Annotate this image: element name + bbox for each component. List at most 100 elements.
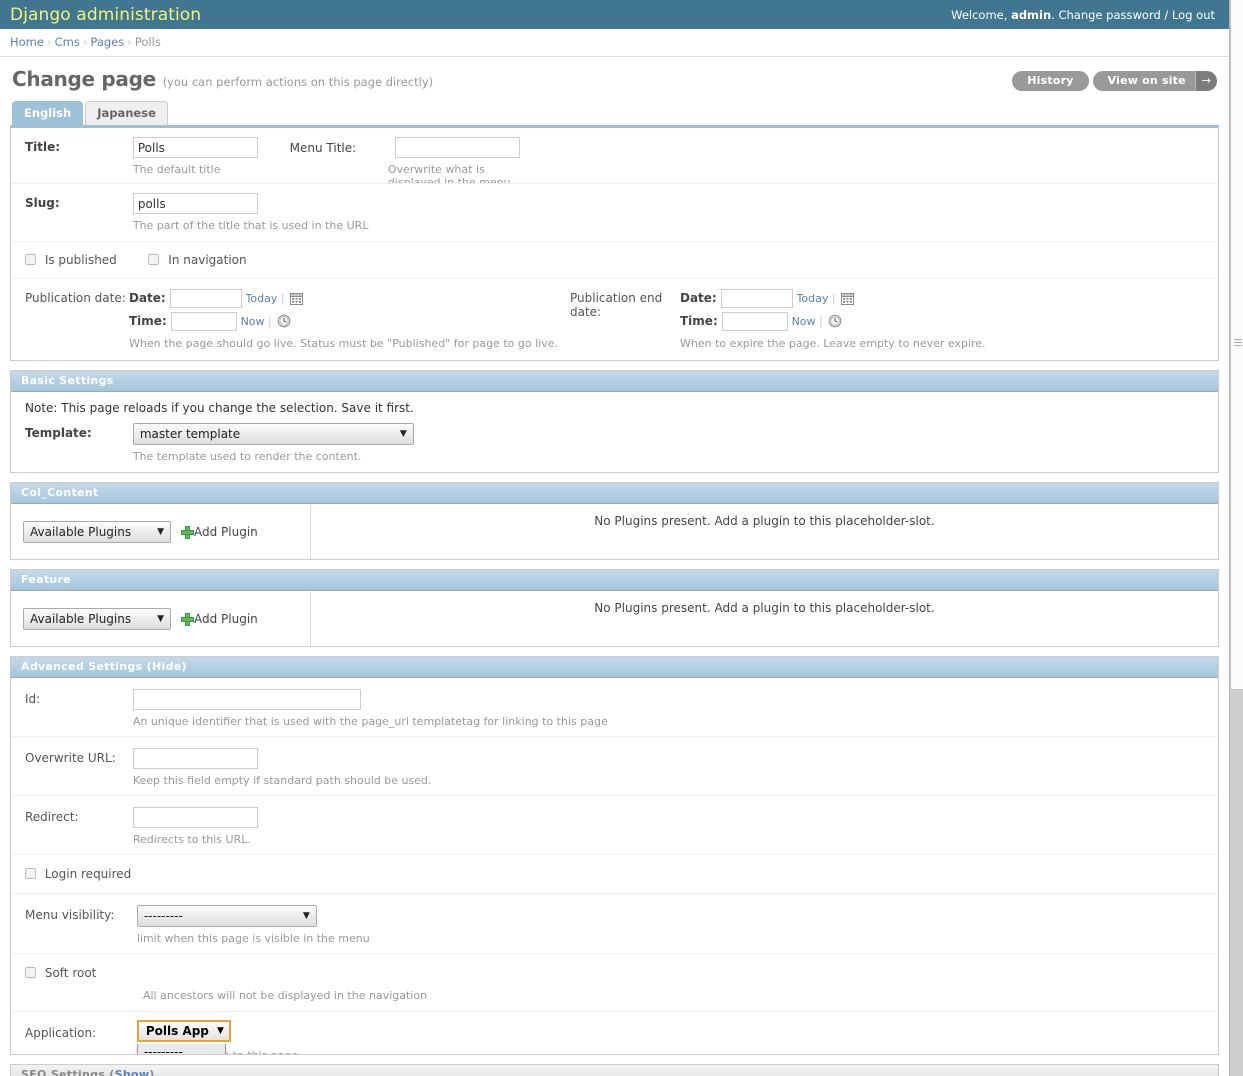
- end-time-label: Time:: [680, 314, 718, 328]
- id-label: Id:: [25, 692, 41, 706]
- tab-english[interactable]: English: [12, 101, 84, 125]
- row-menu-visibility: Menu visibility: --------- ▼ limit when …: [11, 894, 1218, 954]
- title-label-col: Title:: [25, 137, 129, 154]
- main-fieldset: Title: Menu Title: The default title Ove…: [10, 125, 1219, 361]
- row-id: Id: An unique identifier that is used wi…: [11, 678, 1218, 737]
- advanced-settings-heading: Advanced Settings (Hide): [11, 657, 1218, 678]
- in-navigation-checkbox[interactable]: [148, 254, 160, 265]
- template-label-col: Template:: [25, 423, 129, 440]
- seo-settings-fieldset: SEO Settings (Show): [10, 1064, 1219, 1076]
- placeholder-controls: Available Plugins ▼ Add Plugin: [11, 504, 311, 559]
- placeholder-controls: Available Plugins ▼ Add Plugin: [11, 591, 311, 646]
- overwrite-url-label-col: Overwrite URL:: [25, 748, 129, 765]
- available-plugins-select[interactable]: Available Plugins: [23, 520, 171, 543]
- title-field-col: Menu Title: The default title Overwrite …: [132, 137, 521, 183]
- available-plugins-select[interactable]: Available Plugins: [23, 607, 171, 630]
- main-content: History View on site → Change page (you ca…: [0, 57, 1229, 1076]
- plugin-select-wrap: Available Plugins ▼: [23, 607, 171, 630]
- pub-date-input[interactable]: [169, 289, 242, 308]
- add-plugin-button[interactable]: Add Plugin: [181, 525, 258, 539]
- title-label: Title:: [25, 140, 61, 154]
- breadcrumb: Home › Cms › Pages › Polls: [0, 29, 1229, 57]
- id-input[interactable]: [132, 689, 361, 710]
- login-required-checkbox[interactable]: [25, 868, 36, 879]
- soft-root-checkbox-line: Soft root: [25, 966, 1208, 980]
- overwrite-url-help: Keep this field empty if standard path s…: [132, 774, 432, 787]
- calendar-icon[interactable]: [290, 292, 304, 308]
- clock-icon[interactable]: [828, 314, 842, 331]
- history-button[interactable]: History: [1012, 71, 1089, 91]
- scrollbar-thumb[interactable]: [1230, 0, 1243, 690]
- clock-icon[interactable]: [277, 314, 291, 331]
- plugin-select-wrap: Available Plugins ▼: [23, 520, 171, 543]
- breadcrumb-home[interactable]: Home: [10, 35, 44, 49]
- end-date-input[interactable]: [720, 289, 793, 308]
- end-time-now-link[interactable]: Now: [792, 315, 816, 328]
- overwrite-url-input[interactable]: [132, 748, 258, 769]
- in-navigation-label[interactable]: In navigation: [168, 253, 246, 267]
- arrow-right-icon[interactable]: →: [1194, 71, 1217, 91]
- soft-root-label[interactable]: Soft root: [45, 966, 97, 980]
- end-date-today-link[interactable]: Today: [797, 292, 829, 305]
- logout-link[interactable]: Log out: [1172, 8, 1215, 22]
- menu-visibility-select[interactable]: ---------: [136, 905, 317, 927]
- slug-label-col: Slug:: [25, 193, 129, 210]
- application-label: Application:: [25, 1026, 97, 1040]
- row-publication-dates: Publication date: Date: Today | Time: No…: [11, 279, 1218, 360]
- template-select[interactable]: master template: [132, 423, 414, 445]
- view-on-site-button[interactable]: View on site: [1092, 71, 1198, 91]
- seo-settings-title: SEO Settings: [21, 1068, 106, 1076]
- pub-date-today-link[interactable]: Today: [246, 292, 278, 305]
- tab-japanese[interactable]: Japanese: [85, 101, 168, 125]
- publication-end-date-group: Publication end date: Date: Today | Time…: [570, 289, 986, 350]
- title-help: The default title: [132, 163, 221, 176]
- is-published-label[interactable]: Is published: [45, 253, 117, 267]
- pub-time-input[interactable]: [170, 312, 237, 331]
- row-application: Application: Hook application to this pa…: [11, 1012, 1218, 1054]
- application-select-display[interactable]: Polls App ▼: [136, 1020, 231, 1042]
- placeholder-body: Available Plugins ▼ Add Plugin No Plugin…: [11, 591, 1218, 646]
- vertical-scrollbar[interactable]: [1229, 0, 1243, 1076]
- login-required-label[interactable]: Login required: [45, 867, 131, 881]
- pub-time-now-link[interactable]: Now: [241, 315, 265, 328]
- publication-end-date-label: Publication end date:: [570, 291, 663, 319]
- end-time-input[interactable]: [721, 312, 788, 331]
- breadcrumb-pages[interactable]: Pages: [90, 35, 124, 49]
- add-plugin-button[interactable]: Add Plugin: [181, 612, 258, 626]
- slug-help: The part of the title that is used in th…: [132, 219, 369, 232]
- menu-visibility-label: Menu visibility:: [25, 908, 115, 922]
- template-label: Template:: [25, 426, 92, 440]
- breadcrumb-separator: ›: [82, 35, 88, 49]
- language-tabs: English Japanese: [12, 101, 1219, 125]
- application-option-blank[interactable]: ---------: [138, 1044, 225, 1054]
- placeholder-heading: Feature: [11, 570, 1218, 591]
- row-overwrite-url: Overwrite URL: Keep this field empty if …: [11, 737, 1218, 796]
- change-password-link[interactable]: Change password: [1058, 8, 1160, 22]
- slug-input[interactable]: [132, 193, 258, 214]
- chevron-down-icon: ▼: [216, 1026, 224, 1036]
- advanced-settings-toggle[interactable]: Hide: [152, 660, 182, 673]
- object-tools: History View on site →: [1008, 71, 1217, 91]
- seo-settings-toggle[interactable]: Show: [115, 1068, 150, 1076]
- calendar-icon[interactable]: [841, 292, 855, 308]
- row-template: Template: master template ▼ The template…: [11, 419, 1218, 472]
- is-published-checkbox[interactable]: [25, 254, 36, 265]
- template-select-wrap: master template ▼: [132, 423, 414, 445]
- soft-root-checkbox[interactable]: [25, 967, 36, 978]
- advanced-settings-title: Advanced Settings: [21, 660, 143, 673]
- page-title-main: Change page: [12, 67, 156, 91]
- publication-date-fields: Date: Today | Time: Now | When the page …: [129, 289, 558, 350]
- application-select[interactable]: Polls App ▼ --------- Polls App: [136, 1020, 231, 1054]
- title-input[interactable]: [132, 137, 258, 158]
- redirect-help: Redirects to this URL.: [132, 833, 251, 846]
- placeholder-col-content: Col_Content Available Plugins ▼ Add Plug…: [10, 482, 1219, 560]
- breadcrumb-separator: ›: [46, 35, 52, 49]
- placeholder-empty-message: No Plugins present. Add a plugin to this…: [311, 504, 1218, 559]
- pub-date-line: Date: Today |: [129, 289, 558, 308]
- id-help: An unique identifier that is used with t…: [132, 715, 608, 728]
- placeholder-empty-message: No Plugins present. Add a plugin to this…: [311, 591, 1218, 646]
- breadcrumb-cms[interactable]: Cms: [55, 35, 80, 49]
- redirect-input[interactable]: [132, 807, 258, 828]
- placeholder-body: Available Plugins ▼ Add Plugin No Plugin…: [11, 504, 1218, 559]
- menu-title-input[interactable]: [395, 137, 521, 158]
